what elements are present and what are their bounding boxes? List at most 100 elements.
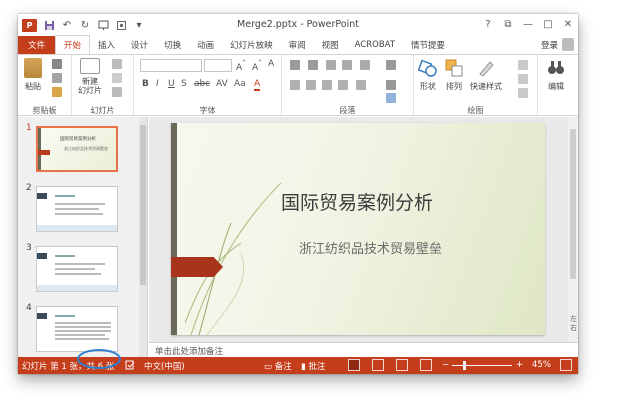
redo-icon[interactable]: ↻ (79, 19, 91, 31)
fit-slide-button[interactable] (560, 359, 572, 371)
slide-subtitle[interactable]: 浙江纺织品技术贸易壁垒 (299, 238, 442, 257)
shape-effects-icon[interactable] (518, 88, 528, 98)
normal-view-button[interactable] (348, 359, 360, 371)
undo-icon[interactable]: ↶ (61, 19, 73, 31)
maximize-button[interactable]: □ (538, 14, 558, 34)
shape-outline-icon[interactable] (518, 74, 528, 84)
touch-mode-icon[interactable] (115, 19, 127, 31)
shrink-font-icon[interactable]: A˅ (252, 59, 262, 73)
bullets-icon[interactable] (290, 60, 300, 70)
format-painter-icon[interactable] (52, 87, 62, 97)
tab-animations[interactable]: 动画 (189, 36, 222, 54)
shadow-button[interactable]: S (181, 79, 187, 89)
font-name-combo[interactable] (140, 59, 202, 72)
language-status[interactable]: 中文(中国) (144, 360, 185, 372)
close-button[interactable]: ✕ (558, 14, 578, 34)
reset-icon[interactable] (112, 73, 122, 83)
shapes-button[interactable]: 形状 (418, 58, 438, 92)
notes-placeholder: 单击此处添加备注 (155, 347, 224, 357)
scrollbar-thumb[interactable] (140, 125, 146, 285)
thumbnail-image[interactable] (36, 186, 118, 232)
arrange-button[interactable]: 排列 (444, 58, 464, 92)
columns-icon[interactable] (356, 80, 366, 90)
thumbnail-image[interactable] (36, 246, 118, 292)
zoom-slider[interactable] (452, 365, 512, 366)
font-color-button[interactable]: A (254, 79, 261, 91)
bold-button[interactable]: B (142, 79, 149, 89)
tab-home[interactable]: 开始 (55, 35, 91, 54)
thumbnail-slide-4[interactable]: 4 (18, 303, 138, 353)
minimize-button[interactable]: — (518, 14, 538, 34)
character-spacing-button[interactable]: AV (216, 79, 228, 89)
slide-title[interactable]: 国际贸易案例分析 (281, 188, 433, 215)
font-size-combo[interactable] (204, 59, 232, 72)
tab-file[interactable]: 文件 (18, 36, 56, 54)
paste-button[interactable]: 粘贴 (24, 58, 42, 92)
text-direction-icon[interactable] (386, 60, 396, 70)
tab-slide-show[interactable]: 幻灯片放映 (222, 36, 281, 54)
thumbnails-scrollbar[interactable] (139, 117, 147, 357)
avatar[interactable] (562, 38, 574, 51)
align-text-icon[interactable] (386, 80, 396, 90)
grow-font-icon[interactable]: A˄ (236, 59, 246, 73)
italic-button[interactable]: I (156, 79, 159, 89)
quick-styles-button[interactable]: 快速样式 (470, 58, 502, 92)
align-center-icon[interactable] (306, 80, 316, 90)
tab-review[interactable]: 审阅 (281, 36, 314, 54)
tab-acrobat[interactable]: ACROBAT (347, 36, 403, 54)
slide-scrollbar[interactable] (568, 117, 578, 342)
strikethrough-button[interactable]: abc (194, 79, 210, 89)
scrollbar-thumb[interactable] (570, 129, 576, 279)
zoom-slider-thumb[interactable] (462, 361, 466, 370)
sign-in-link[interactable]: 登录 (541, 39, 558, 51)
align-right-icon[interactable] (322, 80, 332, 90)
notes-button[interactable]: ▭ 备注 (264, 360, 292, 372)
reading-view-button[interactable] (396, 359, 408, 371)
smartart-icon[interactable] (386, 93, 396, 103)
justify-icon[interactable] (338, 80, 348, 90)
thumbnail-slide-2[interactable]: 2 (18, 183, 138, 233)
thumbnail-slide-3[interactable]: 3 (18, 243, 138, 293)
layout-icon[interactable] (112, 59, 122, 69)
editing-group: 编辑 (538, 55, 578, 117)
increase-indent-icon[interactable] (342, 60, 352, 70)
customize-qat-icon[interactable]: ▾ (133, 19, 145, 31)
zoom-level[interactable]: 45% (532, 360, 551, 370)
thumbnail-image[interactable]: 国际贸易案例分析 浙江纺织品技术贸易壁垒 (36, 126, 118, 172)
zoom-out-button[interactable]: − (442, 360, 449, 370)
notes-pane[interactable]: 单击此处添加备注 (149, 342, 578, 357)
current-slide[interactable]: 国际贸易案例分析 浙江纺织品技术贸易壁垒 (171, 123, 545, 335)
tab-storyboarding[interactable]: 情节提要 (403, 36, 453, 54)
decrease-indent-icon[interactable] (326, 60, 336, 70)
spellcheck-icon[interactable] (125, 360, 135, 373)
drawing-group: 形状 排列 快速样式 绘图 (414, 55, 538, 117)
help-button[interactable]: ? (478, 14, 498, 34)
tab-design[interactable]: 设计 (123, 36, 156, 54)
line-spacing-icon[interactable] (360, 60, 370, 70)
tab-insert[interactable]: 插入 (90, 36, 123, 54)
shape-fill-icon[interactable] (518, 60, 528, 70)
comments-button[interactable]: ▮ 批注 (301, 360, 325, 372)
editing-button[interactable]: 编辑 (546, 58, 566, 92)
change-case-button[interactable]: Aa (234, 79, 246, 89)
clear-format-icon[interactable]: A (268, 59, 274, 69)
align-left-icon[interactable] (290, 80, 300, 90)
tab-view[interactable]: 视图 (314, 36, 347, 54)
numbering-icon[interactable] (308, 60, 318, 70)
powerpoint-app-icon[interactable]: P (22, 18, 37, 32)
tab-transitions[interactable]: 切换 (156, 36, 189, 54)
cut-icon[interactable] (52, 59, 62, 69)
section-icon[interactable] (112, 87, 122, 97)
clipboard-group: 粘贴 剪贴板 (18, 55, 72, 117)
new-slide-button[interactable]: 新建 幻灯片 (78, 58, 102, 95)
thumbnail-slide-1[interactable]: 1 国际贸易案例分析 浙江纺织品技术贸易壁垒 (18, 123, 138, 173)
ribbon-display-options-button[interactable]: ⧉ (498, 14, 518, 34)
copy-icon[interactable] (52, 73, 62, 83)
underline-button[interactable]: U (168, 79, 175, 89)
slide-sorter-view-button[interactable] (372, 359, 384, 371)
zoom-in-button[interactable]: + (516, 360, 523, 370)
save-icon[interactable] (43, 19, 55, 31)
presentation-start-icon[interactable] (97, 19, 109, 31)
thumbnail-image[interactable] (36, 306, 118, 352)
slide-show-view-button[interactable] (420, 359, 432, 371)
